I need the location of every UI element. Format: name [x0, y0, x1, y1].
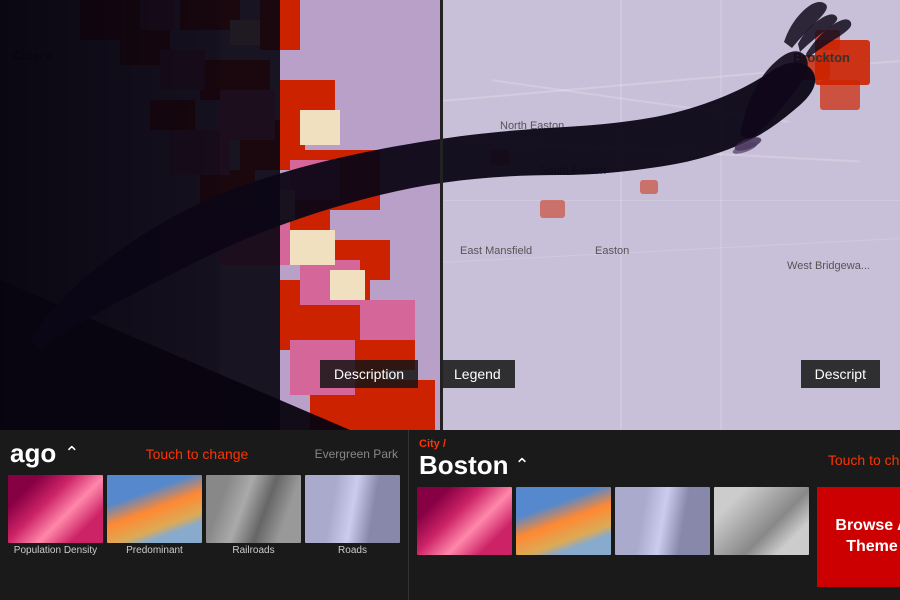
- thumb-right-3[interactable]: [615, 487, 710, 555]
- south-easton-label: South Easton: [540, 165, 606, 177]
- thumb-img-predominant: [107, 475, 202, 543]
- legend-button[interactable]: Legend: [440, 360, 515, 388]
- brockton-label: Brockton: [793, 50, 850, 65]
- thumb-strip-left: Population Density Predominant Railroads: [0, 469, 408, 600]
- thumb-img-railroads: [206, 475, 301, 543]
- right-city-name-block: City / Boston ⌃: [419, 438, 530, 481]
- thumb-roads[interactable]: Roads: [305, 475, 400, 594]
- thumb-label-railroads: Railroads: [232, 545, 274, 556]
- left-chevron-up[interactable]: ⌃: [64, 443, 79, 464]
- thumb-label-population: Population Density: [14, 545, 97, 556]
- bottom-bar: ago ⌃ Touch to change Evergreen Park Pop…: [0, 430, 900, 600]
- thumb-predominant[interactable]: Predominant: [107, 475, 202, 594]
- map-divider: [440, 0, 443, 430]
- city-right-panel: City / Boston ⌃ Touch to chan: [409, 430, 900, 600]
- left-city-header: ago ⌃: [10, 438, 79, 469]
- app-container: Cicero Brockton North Easton South Ea: [0, 0, 900, 600]
- west-bridgewater-label: West Bridgewa...: [787, 260, 870, 272]
- thumb-strip-right: Browse A Theme: [409, 481, 900, 600]
- thumb-img-right-2: [516, 487, 611, 555]
- thumb-right-1[interactable]: [417, 487, 512, 555]
- right-chevron-up[interactable]: ⌃: [515, 455, 530, 476]
- browse-theme-line2: Theme: [846, 537, 898, 558]
- right-city-name: Boston: [419, 450, 509, 481]
- right-city-prefix: City /: [419, 438, 530, 450]
- thumb-right-4[interactable]: [714, 487, 809, 555]
- left-touch-change[interactable]: Touch to change: [136, 446, 259, 462]
- left-city-name: ago: [10, 438, 56, 469]
- thumb-img-population: [8, 475, 103, 543]
- easton-label: Easton: [595, 245, 629, 257]
- city-left-panel: ago ⌃ Touch to change Evergreen Park Pop…: [0, 430, 409, 600]
- browse-theme-button[interactable]: Browse A Theme: [817, 487, 900, 587]
- thumb-label-predominant: Predominant: [126, 545, 183, 556]
- cicero-label: Cicero: [12, 48, 52, 63]
- description-right-button[interactable]: Descript: [801, 360, 880, 388]
- thumb-label-roads: Roads: [338, 545, 367, 556]
- thumb-img-right-3: [615, 487, 710, 555]
- description-left-button[interactable]: Description: [320, 360, 418, 388]
- thumb-img-right-1: [417, 487, 512, 555]
- right-touch-change[interactable]: Touch to chan: [818, 452, 900, 468]
- left-suburb-label: Evergreen Park: [315, 447, 398, 461]
- thumb-population[interactable]: Population Density: [8, 475, 103, 594]
- thumb-img-roads: [305, 475, 400, 543]
- north-easton-label: North Easton: [500, 120, 564, 132]
- browse-theme-line1: Browse A: [835, 516, 900, 537]
- east-mansfield-label: East Mansfield: [460, 245, 532, 257]
- thumb-railroads[interactable]: Railroads: [206, 475, 301, 594]
- map-area: Cicero Brockton North Easton South Ea: [0, 0, 900, 430]
- thumb-img-right-4: [714, 487, 809, 555]
- thumb-right-2[interactable]: [516, 487, 611, 555]
